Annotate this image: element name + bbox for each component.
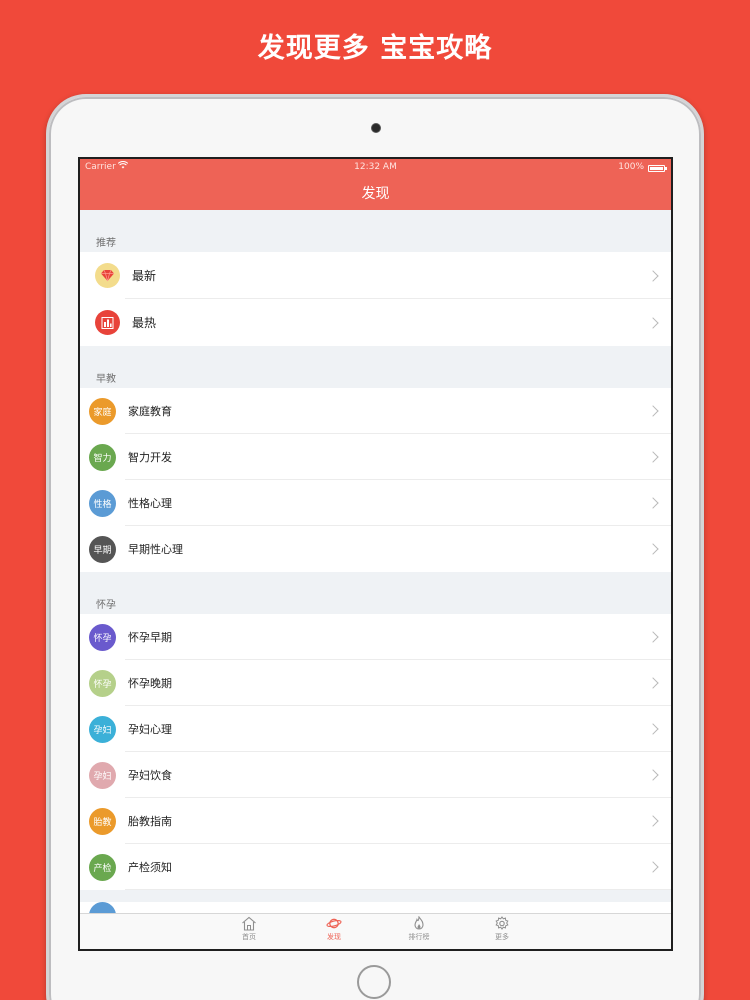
list-item-hottest[interactable]: 最热: [80, 299, 671, 346]
diamond-icon: [95, 263, 120, 288]
list-item-label: 性格心理: [128, 497, 172, 510]
category-badge: 早期: [89, 535, 116, 563]
battery-icon: [648, 165, 667, 172]
category-badge: [89, 902, 116, 913]
chevron-right-icon: [647, 543, 659, 555]
category-badge: 孕妇: [89, 761, 116, 789]
category-badge: 家庭: [89, 397, 116, 425]
chevron-right-icon: [647, 497, 659, 509]
tab-home[interactable]: 首页: [219, 916, 279, 942]
tab-ranking[interactable]: 排行榜: [389, 916, 449, 942]
gear-icon: [495, 916, 509, 930]
list-item-label: 产检须知: [128, 861, 172, 874]
list-item-prenatal-education[interactable]: 胎教 胎教指南: [80, 798, 671, 844]
planet-icon: [326, 918, 342, 929]
tab-label: 首页: [242, 933, 256, 941]
list-item-label: 胎教指南: [128, 815, 172, 828]
list-item-label: 孕妇饮食: [128, 769, 172, 782]
list-item-label: 智力开发: [128, 451, 172, 464]
tab-label: 排行榜: [408, 933, 430, 941]
chevron-right-icon: [647, 677, 659, 689]
page-title: 发现: [361, 186, 390, 202]
home-icon: [242, 916, 256, 931]
chevron-right-icon: [647, 405, 659, 417]
chevron-right-icon: [647, 769, 659, 781]
discover-list[interactable]: 推荐 最新 最热 早教 家庭 家庭教育 智力 智力开发 性格 性格心理 早期 早…: [80, 210, 671, 913]
chevron-right-icon: [647, 316, 659, 329]
list-item-partial[interactable]: [80, 902, 671, 913]
category-badge: 产检: [89, 853, 116, 881]
tab-more[interactable]: 更多: [472, 916, 532, 942]
category-badge: 怀孕: [89, 669, 116, 697]
home-button[interactable]: [357, 965, 391, 999]
status-time: 12:32 AM: [354, 162, 397, 172]
list-item-early-pregnancy[interactable]: 怀孕 怀孕早期: [80, 614, 671, 660]
promo-headline: 发现更多 宝宝攻略: [257, 33, 493, 64]
list-item-label: 最热: [132, 316, 157, 330]
bar-chart-icon: [95, 310, 120, 335]
list-item-label: 孕妇心理: [128, 723, 172, 736]
category-badge: 智力: [89, 443, 116, 471]
list-item-label: 家庭教育: [128, 405, 172, 418]
chevron-right-icon: [647, 451, 659, 463]
chevron-right-icon: [647, 631, 659, 643]
chevron-right-icon: [647, 269, 659, 282]
list-item-label: 怀孕早期: [128, 631, 172, 644]
list-item-prenatal-checkup[interactable]: 产检 产检须知: [80, 844, 671, 890]
list-item-late-pregnancy[interactable]: 怀孕 怀孕晚期: [80, 660, 671, 706]
list-item-label: 最新: [132, 269, 157, 283]
tablet-frame: Carrier 12:32 AM 100% 发现 推荐 最新 最热 早教 家庭 …: [46, 94, 704, 1000]
category-badge: 怀孕: [89, 623, 116, 651]
list-item-intelligence[interactable]: 智力 智力开发: [80, 434, 671, 480]
list-item-family-education[interactable]: 家庭 家庭教育: [80, 388, 671, 434]
chevron-right-icon: [647, 723, 659, 735]
category-badge: 性格: [89, 489, 116, 517]
category-badge: 孕妇: [89, 715, 116, 743]
camera-dot: [371, 123, 381, 133]
category-badge: 胎教: [89, 807, 116, 835]
tab-label: 发现: [327, 933, 341, 941]
tab-discover[interactable]: 发现: [304, 916, 364, 942]
list-item-label: 怀孕晚期: [128, 677, 172, 690]
tab-label: 更多: [495, 933, 509, 941]
tab-bar: 首页 发现 排行榜 更多: [80, 913, 671, 949]
list-item-early-sex-psychology[interactable]: 早期 早期性心理: [80, 526, 671, 572]
section-header-pregnancy: 怀孕: [80, 572, 671, 614]
navigation-bar: Carrier 12:32 AM 100% 发现: [80, 159, 671, 210]
chevron-right-icon: [647, 861, 659, 873]
list-item-maternal-diet[interactable]: 孕妇 孕妇饮食: [80, 752, 671, 798]
flame-icon: [414, 916, 424, 930]
section-header-early-education: 早教: [80, 346, 671, 388]
list-item-label: 早期性心理: [128, 543, 183, 556]
battery-percent: 100%: [618, 162, 644, 172]
list-item-personality[interactable]: 性格 性格心理: [80, 480, 671, 526]
status-bar: Carrier 12:32 AM 100%: [80, 161, 671, 176]
list-item-maternal-psychology[interactable]: 孕妇 孕妇心理: [80, 706, 671, 752]
section-header-recommend: 推荐: [80, 210, 671, 252]
chevron-right-icon: [647, 815, 659, 827]
app-screen: Carrier 12:32 AM 100% 发现 推荐 最新 最热 早教 家庭 …: [78, 157, 673, 951]
list-item-newest[interactable]: 最新: [80, 252, 671, 299]
